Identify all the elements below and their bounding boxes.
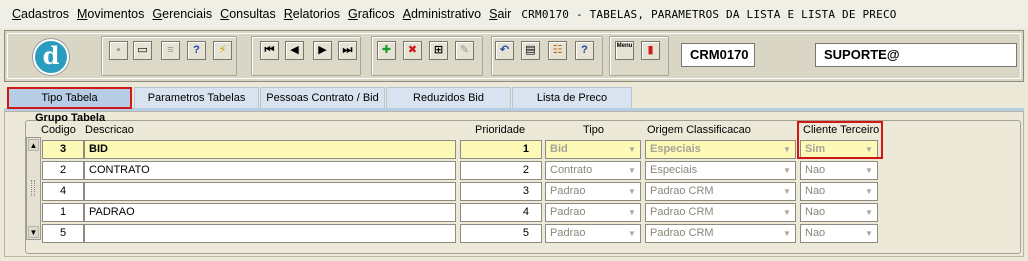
- tab-lista-de-preco[interactable]: Lista de Preco: [512, 87, 632, 108]
- menubar: Cadastros Movimentos Gerenciais Consulta…: [0, 0, 1028, 28]
- cliente-terceiro-highlight: [797, 121, 883, 159]
- vertical-scrollbar[interactable]: ▲ ▼: [26, 137, 41, 240]
- tab-parametros-tabelas[interactable]: Parametros Tabelas: [134, 87, 259, 108]
- chevron-down-icon[interactable]: ▼: [862, 163, 876, 178]
- tipo-select[interactable]: Padrao ▼: [545, 224, 641, 243]
- cliente-terceiro-select[interactable]: Nao ▼: [800, 224, 878, 243]
- prev-record-icon[interactable]: ◀: [285, 41, 304, 60]
- menu-consultas[interactable]: Consultas: [216, 7, 280, 21]
- chevron-down-icon[interactable]: ▼: [862, 205, 876, 220]
- prioridade-cell[interactable]: 3: [460, 182, 542, 201]
- prioridade-cell[interactable]: 4: [460, 203, 542, 222]
- codigo-cell[interactable]: 5: [42, 224, 84, 243]
- chevron-down-icon[interactable]: ▼: [625, 142, 639, 157]
- scroll-up-icon[interactable]: ▲: [28, 139, 39, 151]
- menu-administrativo[interactable]: Administrativo: [399, 7, 486, 21]
- chevron-down-icon[interactable]: ▼: [862, 226, 876, 241]
- codigo-cell[interactable]: 3: [42, 140, 84, 159]
- query-icon[interactable]: ?: [187, 41, 206, 60]
- menu-movimentos[interactable]: Movimentos: [73, 7, 148, 21]
- origem-select[interactable]: Padrao CRM ▼: [645, 203, 796, 222]
- origem-select[interactable]: Padrao CRM ▼: [645, 182, 796, 201]
- window-icon[interactable]: ▭: [133, 41, 152, 60]
- codigo-cell[interactable]: 2: [42, 161, 84, 180]
- descricao-cell[interactable]: [84, 182, 456, 201]
- menu-sair[interactable]: Sair: [485, 7, 515, 21]
- origem-select[interactable]: Especiais ▼: [645, 161, 796, 180]
- save-icon[interactable]: ▪: [109, 41, 128, 60]
- header-descricao: Descricao: [85, 124, 134, 136]
- menu-cadastros[interactable]: Cadastros: [8, 7, 73, 21]
- menu-gerenciais[interactable]: Gerenciais: [148, 7, 216, 21]
- prioridade-cell[interactable]: 1: [460, 140, 542, 159]
- next-record-icon[interactable]: ▶: [313, 41, 332, 60]
- tipo-select[interactable]: Padrao ▼: [545, 182, 641, 201]
- menu-graficos[interactable]: Graficos: [344, 7, 399, 21]
- tab-reduzidos-bid[interactable]: Reduzidos Bid: [386, 87, 511, 108]
- undo-icon[interactable]: ↶: [495, 41, 514, 60]
- chevron-down-icon[interactable]: ▼: [625, 184, 639, 199]
- chevron-down-icon[interactable]: ▼: [780, 226, 794, 241]
- tipo-select[interactable]: Bid ▼: [545, 140, 641, 159]
- descricao-cell[interactable]: [84, 224, 456, 243]
- chevron-down-icon[interactable]: ▼: [862, 184, 876, 199]
- scroll-down-icon[interactable]: ▼: [28, 226, 39, 238]
- insert-record-icon[interactable]: ✚: [377, 41, 396, 60]
- codigo-cell[interactable]: 4: [42, 182, 84, 201]
- clear-record-icon[interactable]: ✎: [455, 41, 474, 60]
- chevron-down-icon[interactable]: ▼: [780, 205, 794, 220]
- tipo-select[interactable]: Contrato ▼: [545, 161, 641, 180]
- prioridade-cell[interactable]: 5: [460, 224, 542, 243]
- header-origem: Origem Classificacao: [647, 124, 751, 136]
- execute-query-icon[interactable]: ⚡: [213, 41, 232, 60]
- window-title: CRM0170 - TABELAS, PARAMETROS DA LISTA E…: [521, 7, 897, 21]
- cliente-terceiro-select[interactable]: Nao ▼: [800, 182, 878, 201]
- delete-record-icon[interactable]: ✖: [403, 41, 422, 60]
- exit-door-icon[interactable]: ▮: [641, 41, 660, 60]
- descricao-cell[interactable]: BID: [84, 140, 456, 159]
- prioridade-cell[interactable]: 2: [460, 161, 542, 180]
- origem-select[interactable]: Padrao CRM ▼: [645, 224, 796, 243]
- form-code-field: CRM0170: [681, 43, 755, 67]
- chevron-down-icon[interactable]: ▼: [780, 184, 794, 199]
- menu-relatorios[interactable]: Relatorios: [280, 7, 344, 21]
- group-title: Grupo Tabela: [35, 112, 106, 124]
- header-codigo: Codigo: [41, 124, 76, 136]
- cliente-terceiro-select[interactable]: Nao ▼: [800, 203, 878, 222]
- chevron-down-icon[interactable]: ▼: [625, 205, 639, 220]
- app-logo: d: [33, 39, 69, 75]
- menu-icon[interactable]: Menu: [615, 41, 634, 60]
- header-prioridade: Prioridade: [475, 124, 526, 136]
- chevron-down-icon[interactable]: ▼: [625, 163, 639, 178]
- clipboard-icon[interactable]: ▤: [521, 41, 540, 60]
- codigo-cell[interactable]: 1: [42, 203, 84, 222]
- list-values-icon[interactable]: ☷: [548, 41, 567, 60]
- duplicate-record-icon[interactable]: ⊞: [429, 41, 448, 60]
- tab-bar: Tipo Tabela Parametros Tabelas Pessoas C…: [4, 87, 1024, 109]
- last-record-icon[interactable]: ⏭: [338, 41, 357, 60]
- descricao-cell[interactable]: PADRAO: [84, 203, 456, 222]
- first-record-icon[interactable]: ⏮: [260, 41, 279, 60]
- header-tipo: Tipo: [583, 124, 604, 136]
- toolbar: d ▪ ▭ ≡ ? ⚡ ⏮ ◀ ▶ ⏭ ✚ ✖ ⊞ ✎ ↶ ▤ ☷ ? Menu…: [4, 30, 1024, 82]
- cliente-terceiro-select[interactable]: Nao ▼: [800, 161, 878, 180]
- chevron-down-icon[interactable]: ▼: [780, 163, 794, 178]
- descricao-cell[interactable]: CONTRATO: [84, 161, 456, 180]
- tipo-tabela-panel: Grupo Tabela Codigo Descricao Prioridade…: [4, 111, 1024, 257]
- tipo-select[interactable]: Padrao ▼: [545, 203, 641, 222]
- chevron-down-icon[interactable]: ▼: [625, 226, 639, 241]
- scroll-thumb[interactable]: [31, 180, 35, 196]
- print-icon[interactable]: ≡: [161, 41, 180, 60]
- user-field: SUPORTE@: [815, 43, 1017, 67]
- help-icon[interactable]: ?: [575, 41, 594, 60]
- tab-tipo-tabela[interactable]: Tipo Tabela: [7, 87, 132, 109]
- chevron-down-icon[interactable]: ▼: [780, 142, 794, 157]
- tab-pessoas-contrato-bid[interactable]: Pessoas Contrato / Bid: [260, 87, 385, 108]
- origem-select[interactable]: Especiais ▼: [645, 140, 796, 159]
